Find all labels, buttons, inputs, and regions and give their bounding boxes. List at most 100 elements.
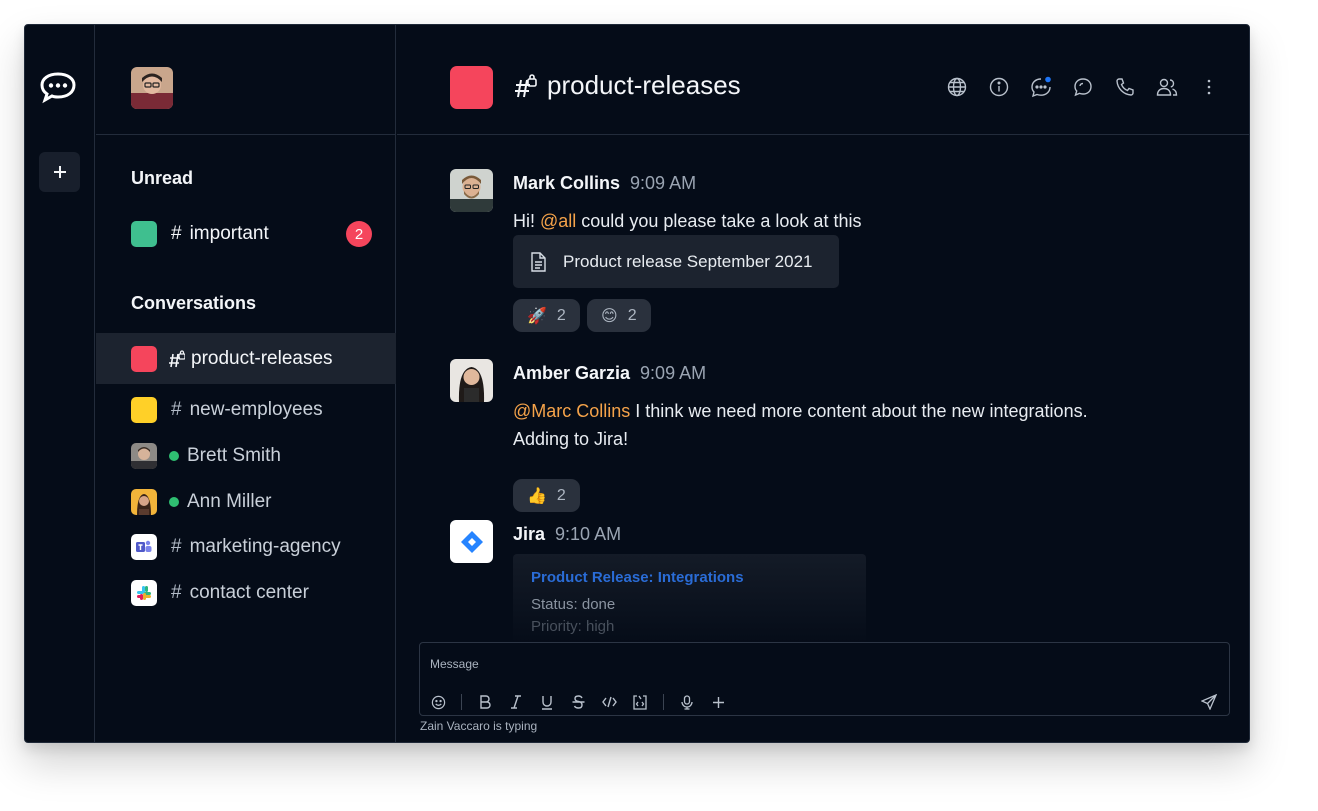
online-status-indicator xyxy=(169,451,179,461)
send-icon[interactable] xyxy=(1200,693,1218,711)
sidebar-item-marketing-agency[interactable]: # marketing-agency xyxy=(96,524,396,570)
sidebar-item-label: product-releases xyxy=(191,347,333,369)
channel-color-swatch xyxy=(131,221,157,247)
sidebar-item-label: marketing-agency xyxy=(189,536,341,557)
online-status-indicator xyxy=(169,497,179,507)
emoji-icon[interactable] xyxy=(430,694,446,710)
jira-icon[interactable] xyxy=(450,520,493,563)
members-icon[interactable] xyxy=(1155,75,1179,99)
info-icon[interactable] xyxy=(987,75,1011,99)
mention[interactable]: @Marc Collins xyxy=(513,401,630,421)
message-author[interactable]: Amber Garzia xyxy=(513,363,630,384)
private-channel-icon xyxy=(169,349,185,367)
sidebar-item-new-employees[interactable]: # new-employees xyxy=(96,387,396,433)
sidebar-header xyxy=(96,25,395,135)
reaction-smile[interactable]: 😊 2 xyxy=(587,299,651,332)
discussion-icon[interactable] xyxy=(1071,75,1095,99)
issue-title[interactable]: Product Release: Integrations xyxy=(531,569,848,586)
workspace-rail xyxy=(25,25,95,742)
message-body: Hi! @all could you please take a look at… xyxy=(513,207,861,235)
jira-issue-card[interactable]: Product Release: Integrations Status: do… xyxy=(513,554,866,644)
reaction-count: 2 xyxy=(556,306,566,324)
user-avatar[interactable] xyxy=(131,67,173,109)
reaction-rocket[interactable]: 🚀 2 xyxy=(513,299,580,332)
message-author[interactable]: Mark Collins xyxy=(513,173,620,194)
room-main: product-releases Mark Collins 9:09 AM Hi… xyxy=(397,25,1249,742)
unread-badge: 2 xyxy=(346,221,372,247)
message-composer[interactable]: Message xyxy=(419,642,1230,716)
message-text: Hi! xyxy=(513,211,540,231)
attachment-title: Product release September 2021 xyxy=(563,251,813,271)
sidebar-item-ann-miller[interactable]: Ann Miller xyxy=(96,479,396,525)
message-timestamp: 9:09 AM xyxy=(630,173,697,193)
code-icon[interactable] xyxy=(601,694,617,710)
threads-icon[interactable] xyxy=(1029,75,1053,99)
app-window: Unread # important 2 Conversations produ… xyxy=(24,24,1250,743)
sidebar: Unread # important 2 Conversations produ… xyxy=(96,25,396,742)
kebab-menu-icon[interactable] xyxy=(1197,75,1221,99)
message-author[interactable]: Jira xyxy=(513,524,545,545)
room-avatar xyxy=(450,66,493,109)
hash-icon: # xyxy=(171,399,182,420)
channel-color-swatch xyxy=(131,345,157,372)
hash-icon: # xyxy=(171,536,182,557)
plus-icon xyxy=(53,166,66,178)
reaction-thumbs-up[interactable]: 👍 2 xyxy=(513,479,580,512)
message-timestamp: 9:09 AM xyxy=(640,363,707,383)
hash-icon: # xyxy=(171,582,182,603)
sidebar-item-label: new-employees xyxy=(189,399,323,420)
toolbar-divider xyxy=(461,694,462,710)
unread-section-title: Unread xyxy=(131,168,194,188)
rocketchat-logo-icon[interactable] xyxy=(39,70,77,104)
avatar[interactable] xyxy=(450,169,493,212)
reaction-count: 2 xyxy=(627,306,637,324)
file-attachment[interactable]: Product release September 2021 xyxy=(513,235,839,288)
private-channel-icon xyxy=(515,73,537,97)
plus-icon[interactable] xyxy=(710,694,726,710)
code-block-icon[interactable] xyxy=(632,694,648,710)
room-toolbar xyxy=(945,75,1221,99)
reaction-emoji: 👍 xyxy=(527,487,547,505)
sidebar-item-label: Brett Smith xyxy=(187,445,281,466)
message-timestamp: 9:10 AM xyxy=(555,524,622,544)
reaction-count: 2 xyxy=(556,486,566,504)
sidebar-item-important[interactable]: # important 2 xyxy=(96,211,396,257)
avatar[interactable] xyxy=(450,359,493,402)
mention[interactable]: @all xyxy=(540,211,576,231)
file-icon xyxy=(531,251,546,272)
toolbar-divider xyxy=(663,694,664,710)
create-new-button[interactable] xyxy=(39,152,80,192)
sidebar-item-product-releases[interactable]: product-releases xyxy=(96,333,396,384)
reaction-emoji: 🚀 xyxy=(527,307,547,325)
slack-icon xyxy=(131,580,157,606)
sidebar-item-label: contact center xyxy=(189,582,309,603)
underline-icon[interactable] xyxy=(539,694,555,710)
microphone-icon[interactable] xyxy=(679,694,695,710)
sidebar-item-brett-smith[interactable]: Brett Smith xyxy=(96,433,396,479)
room-title-text: product-releases xyxy=(547,70,741,100)
message-text: Adding to Jira! xyxy=(513,429,629,449)
message-header: Mark Collins 9:09 AM xyxy=(513,173,696,194)
italic-icon[interactable] xyxy=(508,694,524,710)
strikethrough-icon[interactable] xyxy=(570,694,586,710)
message-body: @Marc Collins I think we need more conte… xyxy=(513,397,1088,453)
message-header: Jira 9:10 AM xyxy=(513,524,621,545)
room-header: product-releases xyxy=(397,25,1249,135)
message-header: Amber Garzia 9:09 AM xyxy=(513,363,706,384)
hash-icon: # xyxy=(171,223,182,244)
globe-icon[interactable] xyxy=(945,75,969,99)
issue-status: Status: done xyxy=(531,596,616,613)
bold-icon[interactable] xyxy=(477,694,493,710)
teams-icon xyxy=(131,534,157,560)
message-input[interactable]: Message xyxy=(430,657,479,671)
composer-toolbar xyxy=(430,694,726,710)
phone-icon[interactable] xyxy=(1113,75,1137,99)
sidebar-item-label: important xyxy=(189,223,269,244)
typing-indicator: Zain Vaccaro is typing xyxy=(420,719,538,733)
sidebar-item-contact-center[interactable]: # contact center xyxy=(96,570,396,616)
avatar xyxy=(131,489,157,515)
room-title: product-releases xyxy=(515,70,741,101)
message-text: I think we need more content about the n… xyxy=(630,401,1088,421)
message-text: could you please take a look at this xyxy=(576,211,862,231)
sidebar-item-label: Ann Miller xyxy=(187,491,272,512)
